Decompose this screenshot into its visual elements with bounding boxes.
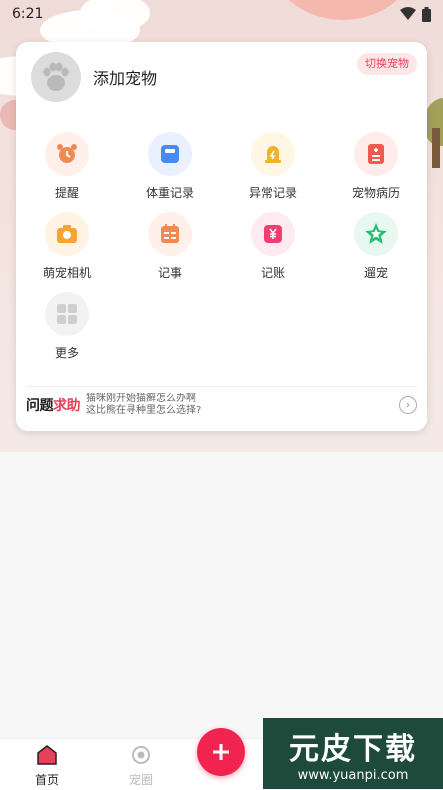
feature-label: 遛宠 [363,266,388,280]
scale-icon [161,145,179,163]
chevron-right-icon[interactable]: › [399,396,417,414]
feature-medical[interactable]: 宠物病历 [331,132,421,201]
feature-label: 更多 [54,346,79,360]
ledger-icon [264,225,282,243]
help-logo: 问题求助 [26,395,81,415]
feature-icon-bg [354,212,398,256]
help-question: 猫咪刚开始猫癣怎么办啊 [86,393,196,404]
help-question: 这比熊在寻种里怎么选择? [86,405,202,416]
tab-pet-circle[interactable]: 宠圈 [111,745,171,788]
wifi-icon [400,7,416,20]
feature-icon-bg [251,212,295,256]
feature-notes[interactable]: 记事 [125,212,215,281]
notebook-icon [161,224,179,243]
feature-reminder[interactable]: 提醒 [22,132,112,201]
feature-camera[interactable]: 萌宠相机 [22,212,112,281]
tab-label: 宠圈 [128,773,153,787]
feature-weight[interactable]: 体重记录 [125,132,215,201]
help-questions: 猫咪刚开始猫癣怎么办啊 这比熊在寻种里怎么选择? [86,393,201,417]
feature-abnormal[interactable]: 异常记录 [228,132,318,201]
feature-label: 记账 [260,266,285,280]
status-time: 6:21 [12,6,44,22]
status-bar: 6:21 [0,0,443,28]
help-logo-b: 求助 [53,398,81,414]
feature-more[interactable]: 更多 [22,292,112,361]
plus-icon [213,744,229,760]
feature-icon-bg [354,132,398,176]
feature-ledger[interactable]: 记账 [228,212,318,281]
feature-label: 萌宠相机 [42,266,91,280]
walk-star-icon [365,223,387,244]
help-banner[interactable]: 问题求助 猫咪刚开始猫癣怎么办啊 这比熊在寻种里怎么选择? › [26,386,417,423]
alarm-clock-icon [57,144,77,163]
feature-label: 异常记录 [248,186,297,200]
pet-card: 添加宠物 切换宠物 提醒 体重记录 异常记录 宠物病历 萌宠相机 记事 记账 遛… [16,42,427,431]
feature-icon-bg [148,212,192,256]
tab-home[interactable]: 首页 [17,745,77,788]
add-pet-label[interactable]: 添加宠物 [93,65,157,89]
help-logo-a: 问题 [26,398,54,414]
pet-header[interactable]: 添加宠物 [31,52,157,102]
feature-icon-bg [45,132,89,176]
feature-icon-bg [45,212,89,256]
feature-icon-bg [148,132,192,176]
camera-icon [57,225,77,243]
feature-icon-bg [251,132,295,176]
feature-icon-bg [45,292,89,336]
feature-label: 记事 [157,266,182,280]
home-icon [37,745,57,765]
watermark-title: 元皮下载 [289,732,417,767]
switch-pet-button[interactable]: 切换宠物 [357,53,417,75]
watermark-url: www.yuanpi.com [297,768,409,783]
tree-trunk-decoration [432,128,440,168]
tab-label: 首页 [34,773,59,787]
battery-icon [422,6,431,22]
feature-label: 宠物病历 [351,186,400,200]
watermark-logo: 元皮下载 www.yuanpi.com [263,718,443,789]
feature-label: 提醒 [54,186,79,200]
pet-circle-icon [132,746,150,764]
status-icons [400,6,431,22]
paw-icon [43,62,69,91]
warning-lamp-icon [265,146,281,163]
more-grid-icon [57,304,77,324]
feature-walk[interactable]: 遛宠 [331,212,421,281]
avatar[interactable] [31,52,81,102]
add-button[interactable] [197,728,245,776]
feature-label: 体重记录 [145,186,194,200]
medical-record-icon [368,144,384,164]
